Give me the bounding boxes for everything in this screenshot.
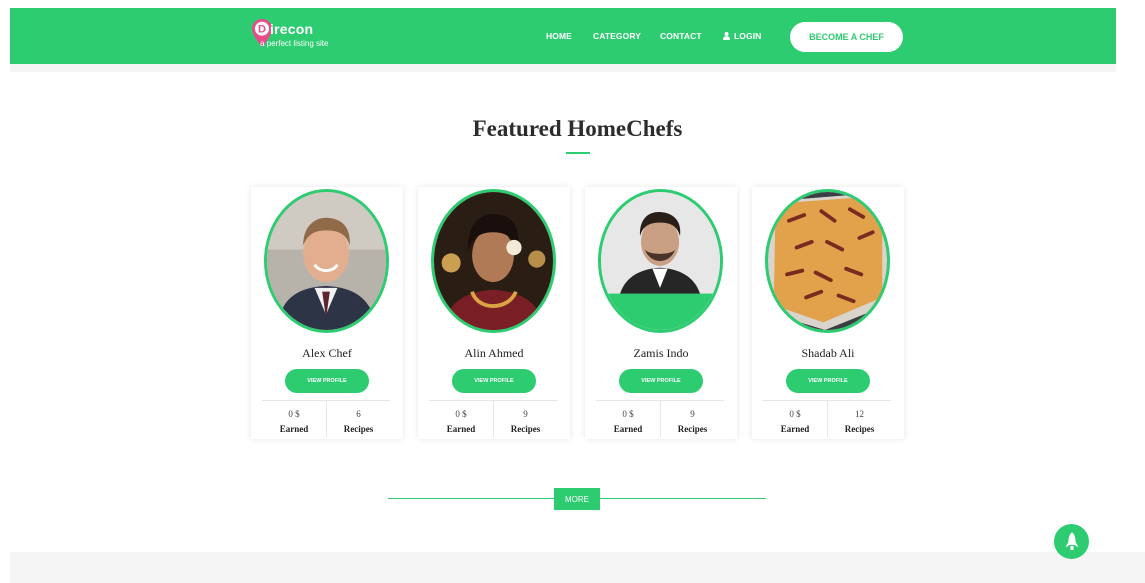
recipes-label: Recipes [510,424,541,434]
recipes-value: 12 [855,409,864,419]
top-navbar: D irecon a perfect listing site HOME CAT… [10,8,1116,64]
navbar-underbar [10,64,1116,72]
footer-band [10,552,1145,583]
chef-stats: 0 $ Earned 9 Recipes [429,400,557,437]
recipes-stat: 12 Recipes [827,401,891,437]
chef-card: Alin Ahmed VIEW PROFILE 0 $ Earned 9 Rec… [418,187,570,439]
chef-card: Zamis Indo VIEW PROFILE 0 $ Earned 9 Rec… [585,187,737,439]
nav-contact[interactable]: CONTACT [660,31,702,41]
user-icon [723,32,730,40]
nav-login[interactable]: LOGIN [723,31,761,41]
section-title: Featured HomeChefs [472,116,683,141]
chef-card: Alex Chef VIEW PROFILE 0 $ Earned 6 Reci… [251,187,403,439]
more-divider-right [600,498,766,499]
more-button[interactable]: MORE [554,488,600,510]
earned-stat: 0 $ Earned [596,401,660,437]
recipes-value: 9 [523,409,528,419]
chef-name: Alin Ahmed [464,346,524,360]
more-divider-left [388,498,554,499]
logo-name: irecon [270,21,314,37]
recipes-stat: 9 Recipes [493,401,557,437]
view-profile-button[interactable]: VIEW PROFILE [619,369,703,393]
chef-photo[interactable] [765,189,890,333]
rocket-icon [1065,531,1078,550]
recipes-value: 9 [690,409,695,419]
nav-login-label: LOGIN [734,31,762,41]
earned-label: Earned [279,424,309,434]
earned-value: 0 $ [288,409,300,419]
logo-tagline: a perfect listing site [260,39,329,48]
recipes-label: Recipes [844,424,875,434]
view-profile-button[interactable]: VIEW PROFILE [786,369,870,393]
view-profile-button[interactable]: VIEW PROFILE [285,369,369,393]
title-underline [566,152,590,154]
chef-photo[interactable] [264,189,389,333]
chef-name: Zamis Indo [633,346,689,360]
view-profile-button[interactable]: VIEW PROFILE [452,369,536,393]
recipes-label: Recipes [677,424,708,434]
chef-name: Shadab Ali [801,346,855,360]
nav-home[interactable]: HOME [546,31,572,41]
chef-card: Shadab Ali VIEW PROFILE 0 $ Earned 12 Re… [752,187,904,439]
recipes-label: Recipes [343,424,374,434]
chef-name: Alex Chef [302,346,352,360]
earned-stat: 0 $ Earned [262,401,326,437]
scroll-to-top-button[interactable] [1054,524,1089,559]
earned-label: Earned [613,424,643,434]
recipes-stat: 9 Recipes [660,401,724,437]
recipes-stat: 6 Recipes [326,401,390,437]
earned-stat: 0 $ Earned [429,401,493,437]
nav-category[interactable]: CATEGORY [593,31,641,41]
earned-value: 0 $ [455,409,467,419]
svg-text:D: D [258,24,266,36]
recipes-value: 6 [356,409,361,419]
chef-photo[interactable] [598,189,723,333]
earned-stat: 0 $ Earned [763,401,827,437]
earned-label: Earned [446,424,476,434]
chef-stats: 0 $ Earned 12 Recipes [763,400,891,437]
earned-label: Earned [780,424,810,434]
chef-photo[interactable] [431,189,556,333]
earned-value: 0 $ [789,409,801,419]
earned-value: 0 $ [622,409,634,419]
chef-stats: 0 $ Earned 9 Recipes [596,400,724,437]
chef-stats: 0 $ Earned 6 Recipes [262,400,390,437]
become-a-chef-button[interactable]: BECOME A CHEF [790,22,903,52]
